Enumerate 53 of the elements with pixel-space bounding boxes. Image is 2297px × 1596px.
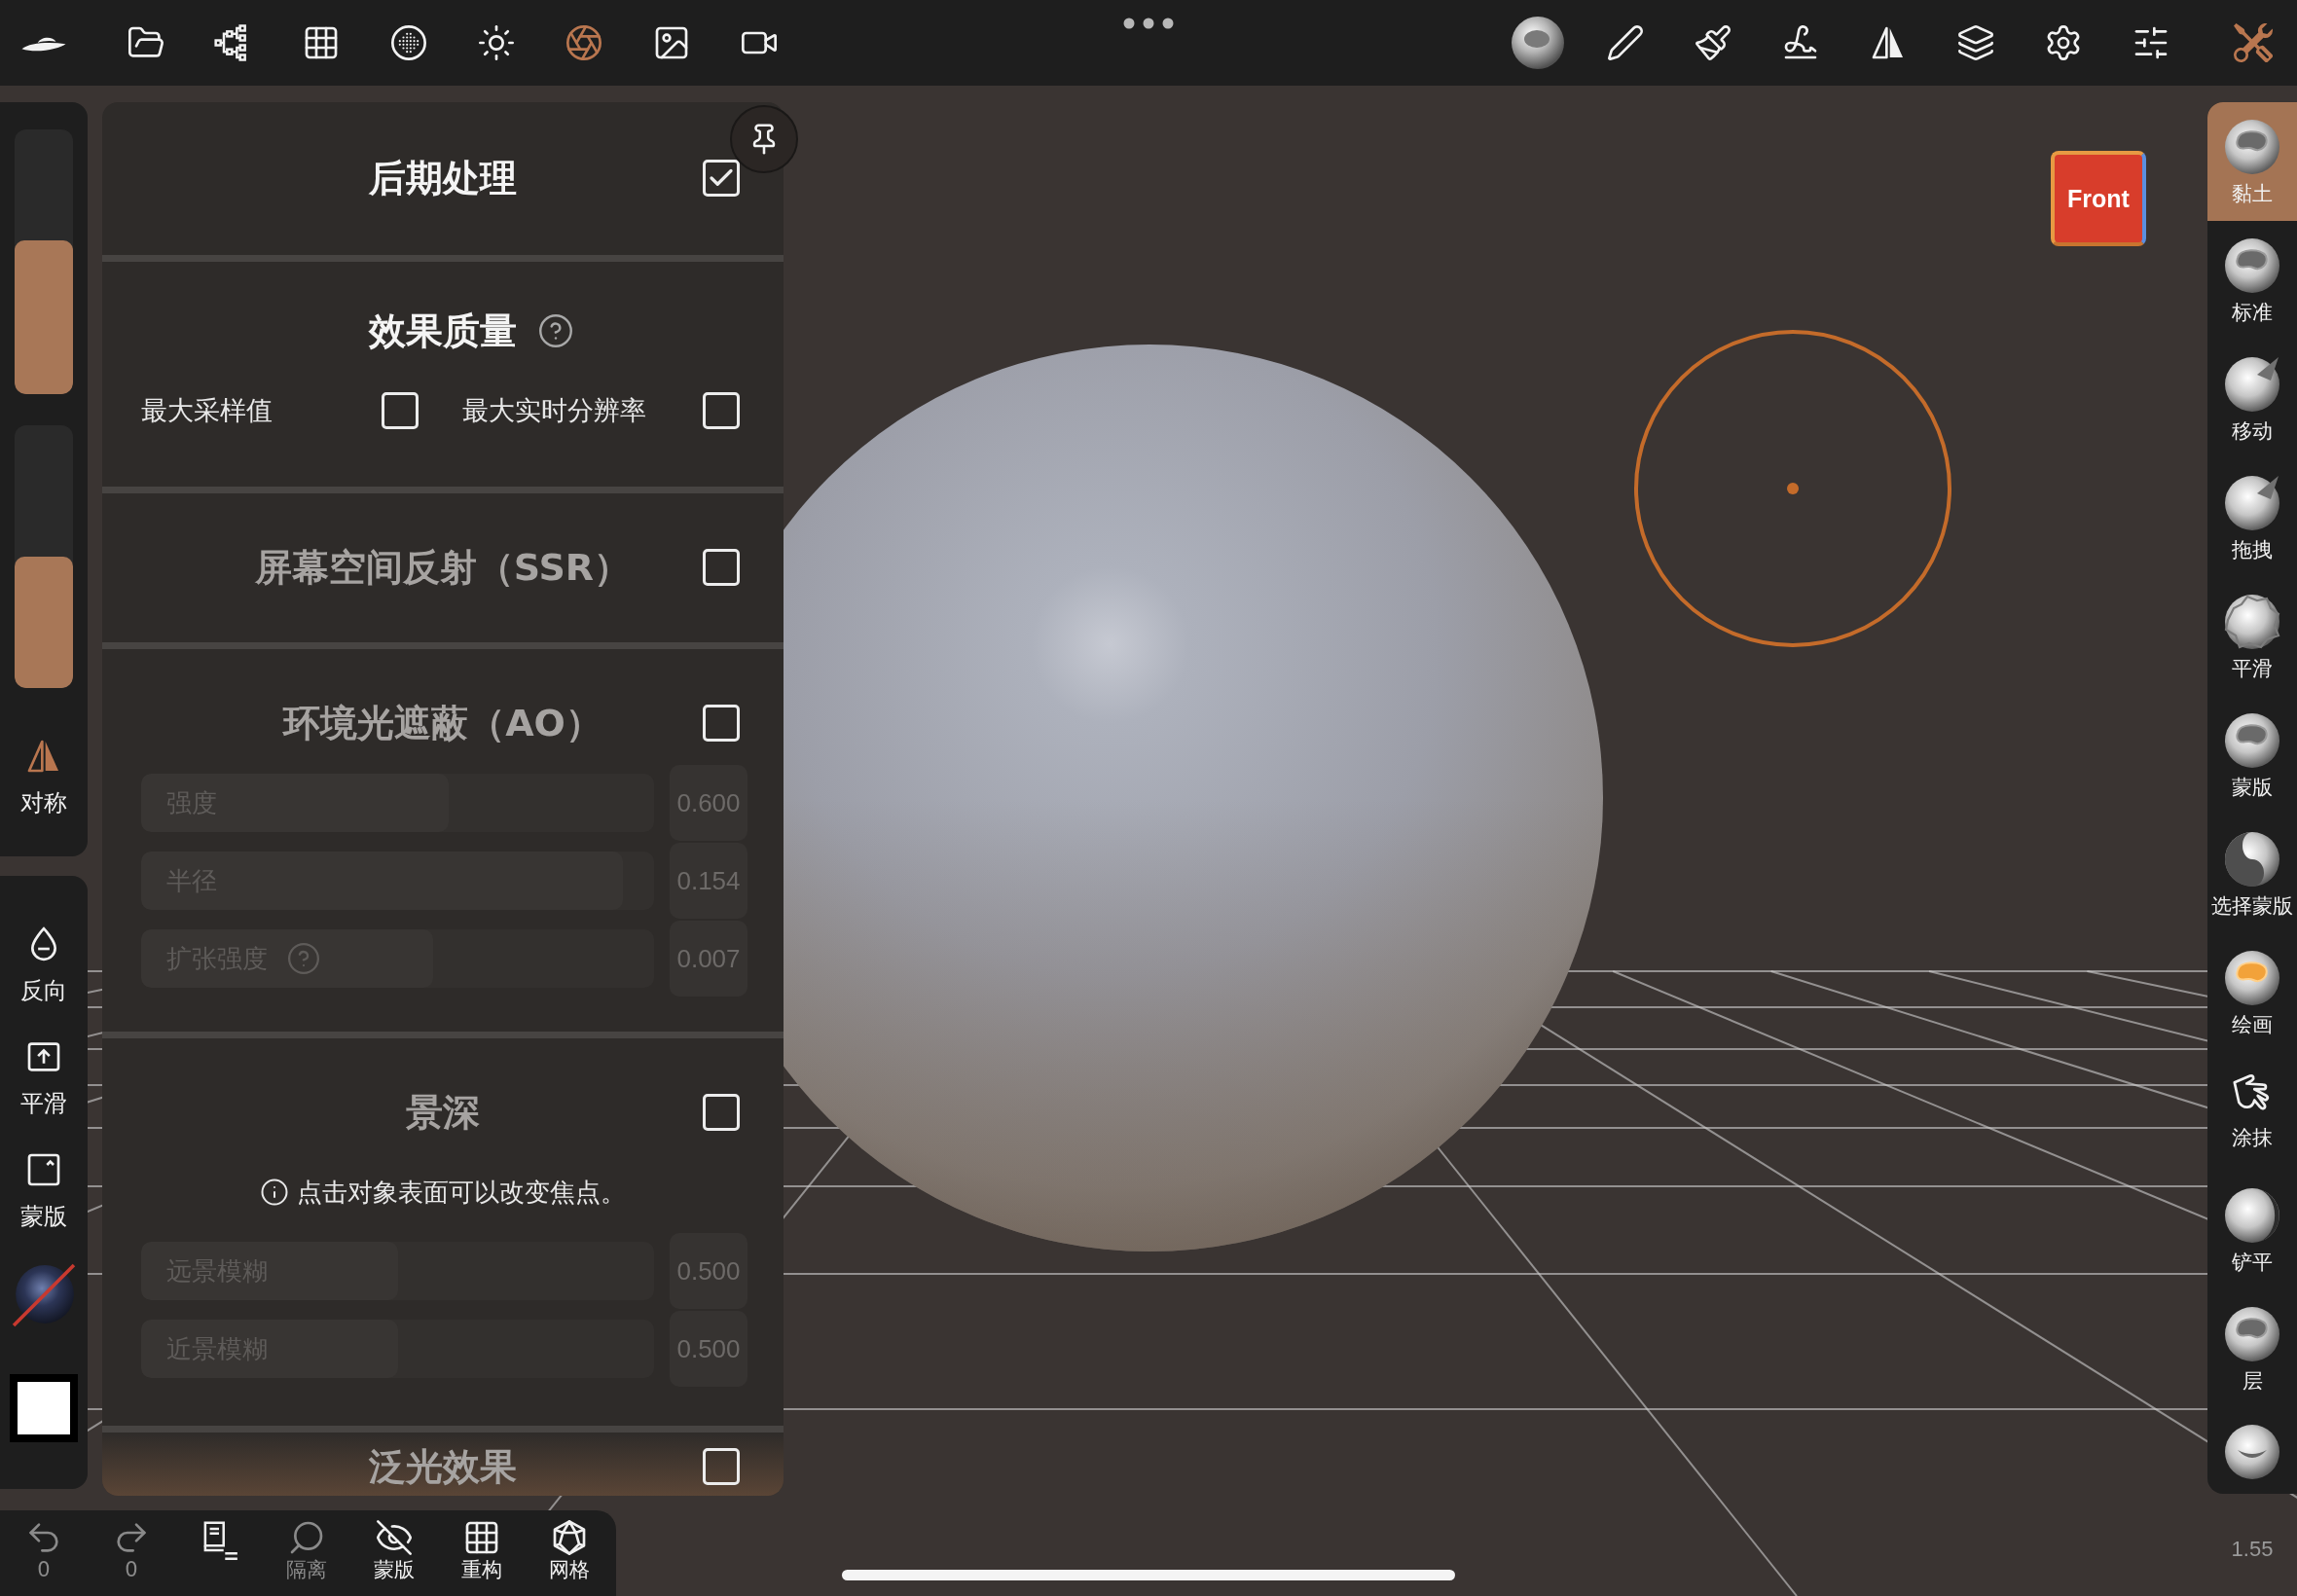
help-icon[interactable] <box>538 313 573 348</box>
crossed-sphere-icon[interactable] <box>12 1263 76 1327</box>
sidebar-button[interactable]: 蒙版 <box>20 1150 67 1230</box>
paintbrush-icon[interactable] <box>1694 23 1732 62</box>
checkbox[interactable] <box>703 392 740 429</box>
toolbar-button[interactable]: 蒙版 <box>350 1510 438 1596</box>
brush-button[interactable]: 标准 <box>2207 221 2297 340</box>
brush-button[interactable]: 层 <box>2207 1289 2297 1408</box>
eye-off-icon <box>375 1518 414 1557</box>
tools-icon[interactable] <box>2234 23 2273 62</box>
status-value: 1.55 <box>2231 1537 2274 1562</box>
sidebar-button[interactable]: 反向 <box>20 925 67 1004</box>
section-title: 环境光遮蔽（AO） <box>283 701 602 746</box>
view-cube[interactable]: Front <box>2051 151 2146 246</box>
checkbox[interactable] <box>382 392 419 429</box>
checkbox[interactable] <box>703 549 740 586</box>
brush-button[interactable]: 黏土 <box>2207 102 2297 221</box>
slider-track[interactable] <box>15 129 73 394</box>
checkbox[interactable] <box>703 1448 740 1485</box>
option-label: 最大实时分辨率 <box>462 394 646 427</box>
brush-button[interactable]: 蒙版 <box>2207 696 2297 815</box>
section-title: 屏幕空间反射（SSR） <box>254 545 632 591</box>
sun-icon[interactable] <box>477 23 516 62</box>
toolbar-button[interactable]: 网格 <box>526 1510 613 1596</box>
pen-icon[interactable] <box>1606 23 1645 62</box>
brush-button[interactable]: 铲平 <box>2207 1171 2297 1289</box>
aperture-icon[interactable] <box>565 23 603 62</box>
dotted-sphere-icon[interactable] <box>389 23 428 62</box>
focus-hint: 点击对象表面可以改变焦点。 <box>297 1176 626 1209</box>
layers-icon[interactable] <box>1956 23 1995 62</box>
checkbox[interactable] <box>703 160 740 197</box>
brush-button[interactable]: 平滑 <box>2207 577 2297 696</box>
slider-track[interactable] <box>15 425 73 688</box>
checkbox[interactable] <box>703 705 740 742</box>
more-icon[interactable] <box>1123 18 1174 29</box>
toolbar-button[interactable]: 重构 <box>438 1510 526 1596</box>
checkbox[interactable] <box>703 1094 740 1131</box>
section-title: 后期处理 <box>369 156 517 201</box>
section-title: 泛光效果 <box>369 1444 517 1490</box>
brush-button[interactable]: 选择蒙版 <box>2207 815 2297 933</box>
section-title: 景深 <box>406 1090 480 1136</box>
brush-button[interactable]: 拖拽 <box>2207 458 2297 577</box>
symmetry-button[interactable]: 对称 <box>20 737 67 816</box>
sidebar-button[interactable]: 平滑 <box>20 1037 67 1117</box>
color-swatch-icon[interactable] <box>10 1374 78 1442</box>
brush-button[interactable]: 绘画 <box>2207 933 2297 1052</box>
sphere-icon[interactable] <box>1511 16 1565 70</box>
option-label: 最大采样值 <box>141 394 273 427</box>
brush-button[interactable]: 涂抹 <box>2207 1052 2297 1171</box>
pin-button[interactable] <box>730 105 798 173</box>
brush-button[interactable]: 移动 <box>2207 340 2297 458</box>
section-title: 效果质量 <box>369 308 517 354</box>
info-icon <box>260 1178 289 1207</box>
